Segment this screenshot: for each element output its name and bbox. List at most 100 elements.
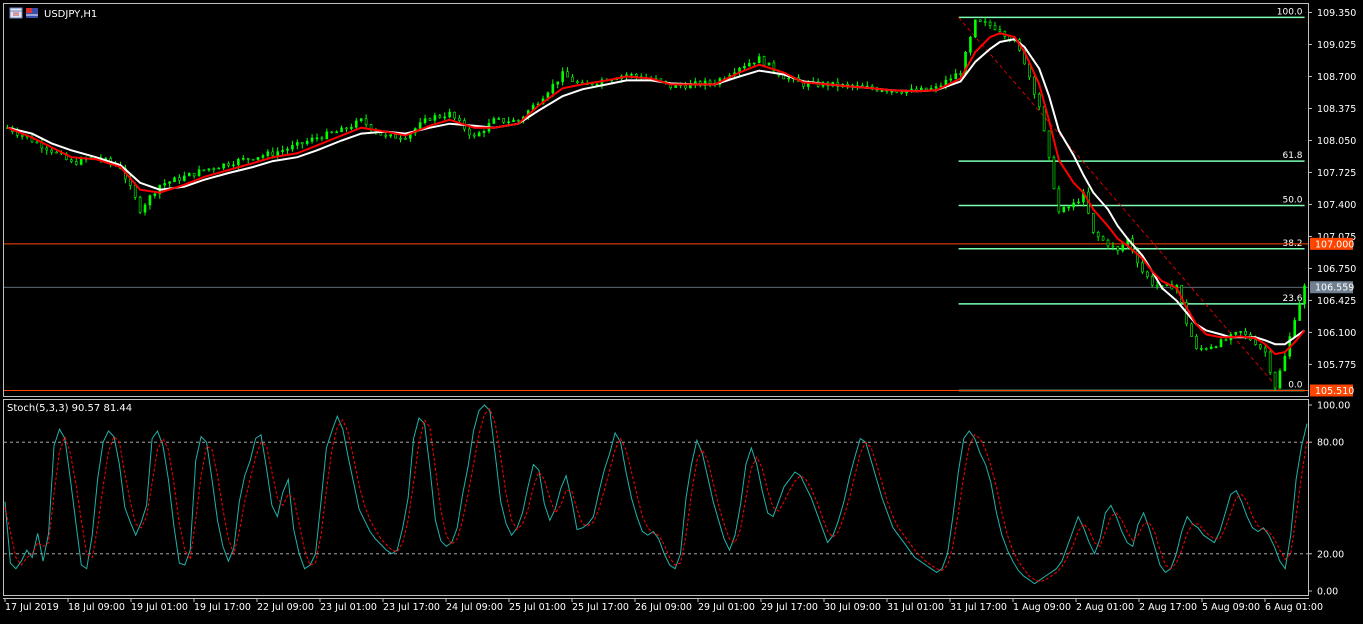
stochastic-tick-label: 20.00 xyxy=(1317,549,1344,560)
time-tick-label: 29 Jul 17:00 xyxy=(761,602,818,613)
candle-body xyxy=(472,134,476,137)
candle-body xyxy=(448,111,451,118)
candle-body xyxy=(1244,331,1247,335)
candle-body xyxy=(153,193,157,196)
candle-body xyxy=(178,177,181,181)
candle-body xyxy=(890,90,894,93)
candle-body xyxy=(359,118,363,122)
candle-body xyxy=(885,90,889,93)
time-tick-label: 6 Aug 01:00 xyxy=(1265,602,1323,613)
candle-body xyxy=(1052,157,1056,190)
time-tick-label: 30 Jul 09:00 xyxy=(824,602,881,613)
price-tick-label: 109.350 xyxy=(1317,8,1356,19)
candle-body xyxy=(1077,201,1080,204)
horizontal-line-price-label: 107.000 xyxy=(1315,239,1354,250)
candle-body xyxy=(1224,339,1228,341)
candle-body xyxy=(993,25,997,30)
candle-body xyxy=(404,137,407,140)
candle-body xyxy=(428,118,432,121)
candle-body xyxy=(635,73,638,77)
candle-body xyxy=(438,115,442,118)
price-tick-label: 106.750 xyxy=(1317,264,1356,275)
candle-body xyxy=(148,195,152,206)
candle-body xyxy=(1101,236,1105,241)
candle-body xyxy=(1214,346,1218,349)
candle-body xyxy=(241,157,245,160)
candle-body xyxy=(959,73,962,75)
candle-body xyxy=(1116,246,1120,251)
time-tick-label: 25 Jul 17:00 xyxy=(572,602,629,613)
time-tick-label: 19 Jul 01:00 xyxy=(131,602,188,613)
candle-body xyxy=(551,83,555,94)
time-tick-label: 23 Jul 01:00 xyxy=(320,602,377,613)
time-tick-label: 18 Jul 09:00 xyxy=(68,602,125,613)
current-price-label: 106.559 xyxy=(1315,283,1354,294)
candle-body xyxy=(708,80,712,84)
candle-body xyxy=(286,148,289,151)
candle-body xyxy=(458,117,461,121)
candle-body xyxy=(138,197,142,213)
candle-body xyxy=(1037,93,1041,108)
candle-body xyxy=(1239,331,1242,333)
candle-body xyxy=(197,169,201,177)
candle-body xyxy=(1111,245,1115,248)
candle-body xyxy=(1298,303,1301,321)
candle-body xyxy=(168,181,171,184)
time-tick-label: 23 Jul 17:00 xyxy=(383,602,440,613)
candle-body xyxy=(300,142,304,145)
chart-canvas[interactable]: USDJPY,H1 Stoch(5,3,3) 90.57 81.44 109.3… xyxy=(0,0,1363,620)
candle-body xyxy=(1062,206,1066,213)
candle-body xyxy=(1067,206,1071,209)
time-tick-label: 22 Jul 09:00 xyxy=(257,602,314,613)
candle-body xyxy=(1121,244,1125,251)
candle-body xyxy=(133,185,137,198)
candle-body xyxy=(335,131,338,134)
mt-chart-window[interactable]: USDJPY,H1 Stoch(5,3,3) 90.57 81.44 109.3… xyxy=(0,0,1363,620)
stochastic-tick-label: 80.00 xyxy=(1317,438,1344,449)
candle-body xyxy=(315,137,319,140)
candle-body xyxy=(517,119,520,122)
candle-body xyxy=(566,71,569,78)
candle-body xyxy=(880,90,884,93)
candle-body xyxy=(340,127,343,133)
candle-body xyxy=(949,78,953,81)
candle-body xyxy=(900,92,903,94)
candle-body xyxy=(467,128,471,136)
candle-body xyxy=(983,21,987,23)
price-tick-label: 107.725 xyxy=(1317,168,1356,179)
candle-body xyxy=(187,172,191,177)
candle-body xyxy=(978,19,982,22)
candle-body xyxy=(222,163,225,169)
fibonacci-level-label: 100.0 xyxy=(1277,7,1303,17)
candle-body xyxy=(1234,332,1238,335)
candle-body xyxy=(492,118,496,124)
candle-body xyxy=(1047,130,1051,158)
candle-body xyxy=(20,134,24,137)
fibonacci-level-label: 0.0 xyxy=(1288,381,1303,391)
stochastic-tick-label: 100.00 xyxy=(1317,401,1350,412)
time-tick-label: 26 Jul 09:00 xyxy=(635,602,692,613)
candle-body xyxy=(74,161,78,165)
candle-body xyxy=(1096,232,1100,238)
price-tick-label: 108.375 xyxy=(1317,104,1356,115)
candle-body xyxy=(497,118,501,120)
candle-body xyxy=(1303,285,1306,305)
candle-body xyxy=(988,21,992,26)
candle-body xyxy=(45,147,49,151)
candle-body xyxy=(55,151,58,154)
candle-body xyxy=(998,29,1002,32)
candle-body xyxy=(354,120,358,128)
candle-body xyxy=(1283,355,1287,372)
candle-body xyxy=(1150,276,1154,286)
time-tick-label: 17 Jul 2019 xyxy=(5,602,59,613)
candle-body xyxy=(576,81,579,83)
candle-body xyxy=(1190,323,1193,337)
time-tick-label: 24 Jul 09:00 xyxy=(446,602,503,613)
candle-body xyxy=(757,56,761,64)
candle-body xyxy=(79,158,83,165)
candle-body xyxy=(1219,339,1223,348)
candle-body xyxy=(1259,344,1262,349)
candle-body xyxy=(1268,351,1272,373)
candle-body xyxy=(399,137,402,140)
time-tick-label: 1 Aug 09:00 xyxy=(1013,602,1071,613)
